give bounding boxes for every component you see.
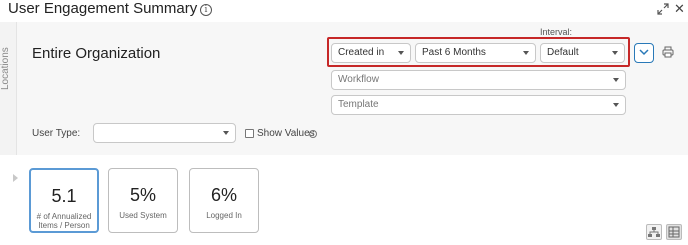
locations-tab-label: Locations — [0, 47, 11, 90]
locations-side-tab[interactable]: Locations — [0, 22, 17, 155]
kpi-card-annualized-items[interactable]: 5.1 # of Annualized Items / Person — [29, 168, 99, 233]
kpi-value: 5.1 — [51, 186, 77, 206]
close-icon[interactable]: ✕ — [674, 2, 685, 15]
expand-icon[interactable] — [657, 3, 669, 15]
chevron-down-icon — [223, 131, 229, 135]
organization-title: Entire Organization — [32, 45, 161, 62]
expand-filters-button[interactable] — [634, 43, 654, 63]
workflow-placeholder: Workflow — [338, 74, 379, 85]
info-icon[interactable]: i — [200, 4, 212, 16]
kpi-card-used-system[interactable]: 5% Used System — [108, 168, 178, 233]
user-type-label: User Type: — [32, 128, 81, 139]
title-bar: User Engagement Summary i ✕ — [0, 0, 688, 22]
chevron-down-icon — [639, 49, 649, 56]
show-values-checkbox[interactable] — [245, 129, 254, 138]
workflow-select[interactable]: Workflow — [331, 70, 626, 90]
kpi-value: 5% — [129, 185, 156, 205]
print-icon[interactable] — [662, 46, 674, 58]
chevron-down-icon — [613, 78, 619, 82]
kpi-card-logged-in[interactable]: 6% Logged In — [189, 168, 259, 233]
user-type-select[interactable] — [93, 123, 236, 143]
kpi-label: Logged In — [206, 211, 242, 220]
template-select[interactable]: Template — [331, 95, 626, 115]
widget-title: User Engagement Summary — [8, 0, 198, 17]
org-chart-icon[interactable] — [646, 224, 662, 240]
expand-arrow-icon[interactable] — [13, 174, 18, 182]
kpi-value: 6% — [210, 185, 237, 205]
kpi-label: # of Annualized Items / Person — [36, 212, 92, 230]
template-placeholder: Template — [338, 99, 379, 110]
highlight-box — [327, 37, 630, 67]
table-view-icon[interactable] — [666, 224, 682, 240]
chevron-down-icon — [613, 103, 619, 107]
show-values-label[interactable]: Show Values — [257, 128, 315, 139]
interval-label: Interval: — [540, 27, 573, 37]
kpi-label: Used System — [119, 211, 167, 220]
info-icon[interactable]: i — [309, 130, 317, 138]
